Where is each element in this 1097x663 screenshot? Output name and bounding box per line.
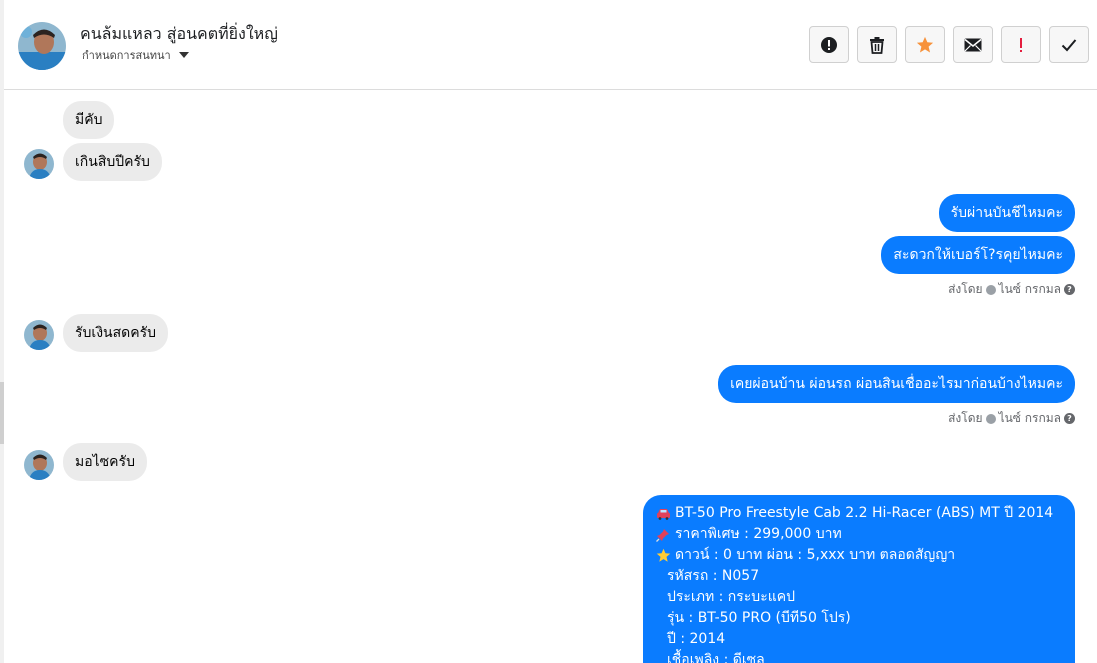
conversation-header: คนล้มแหลว สู่อนคตที่ยิ่งใหญ่ กำหนดการสนท…	[4, 0, 1097, 90]
sent-by-label: ส่งโดย	[948, 282, 983, 296]
card-line-text: รหัสรถ : N057	[667, 568, 760, 584]
sent-by-label: ส่งโดย	[948, 411, 983, 425]
card-line: ดาวน์ : 0 บาท ผ่อน : 5,xxx บาท ตลอดสัญญา	[655, 545, 1063, 566]
card-line-text: รุ่น : BT-50 PRO (บีที50 โปร)	[667, 610, 851, 626]
envelope-icon	[964, 38, 982, 51]
sent-by-name[interactable]: ไนซ์ กรกมล	[999, 409, 1061, 428]
contact-avatar[interactable]	[18, 22, 66, 70]
contact-avatar-small[interactable]	[24, 149, 54, 179]
card-line: เชื้อเพลิง : ดีเซล	[655, 650, 1063, 663]
follow-up-button[interactable]	[1001, 26, 1041, 63]
incoming-message: เกินสิบปีครับ	[63, 143, 162, 181]
car-icon	[655, 508, 671, 520]
card-line-text: ดาวน์ : 0 บาท ผ่อน : 5,xxx บาท ตลอดสัญญา	[675, 547, 956, 563]
outgoing-product-message: BT-50 Pro Freestyle Cab 2.2 Hi-Racer (AB…	[643, 495, 1075, 663]
trash-icon	[870, 36, 884, 54]
card-line-text: ประเภท : กระบะแคป	[667, 589, 795, 605]
star-icon	[916, 36, 934, 52]
check-icon	[1061, 38, 1077, 51]
card-line: ประเภท : กระบะแคป	[655, 587, 1063, 608]
card-line-text: ราคาพิเศษ : 299,000 บาท	[675, 526, 842, 542]
sent-by-info: ส่งโดย ไนซ์ กรกมล ?	[948, 280, 1075, 299]
card-line: BT-50 Pro Freestyle Cab 2.2 Hi-Racer (AB…	[655, 503, 1063, 524]
outgoing-message: สะดวกให้เบอร์โ?รคุยไหมคะ	[881, 236, 1075, 274]
contact-avatar-small[interactable]	[24, 320, 54, 350]
header-actions	[809, 26, 1089, 63]
mark-spam-button[interactable]	[809, 26, 849, 63]
card-line-text: เชื้อเพลิง : ดีเซล	[667, 652, 765, 663]
star-button[interactable]	[905, 26, 945, 63]
exclamation-icon	[1020, 37, 1022, 52]
help-icon[interactable]: ?	[1064, 284, 1075, 295]
star-icon	[655, 548, 671, 563]
outgoing-message: เคยผ่อนบ้าน ผ่อนรถ ผ่อนสินเชื่ออะไรมาก่อ…	[718, 365, 1075, 403]
delete-button[interactable]	[857, 26, 897, 63]
assign-label: กำหนดการสนทนา	[82, 49, 171, 62]
caret-down-icon	[178, 52, 189, 58]
sent-by-name[interactable]: ไนซ์ กรกมล	[999, 280, 1061, 299]
card-line-text: ปี : 2014	[667, 631, 726, 647]
card-line: ปี : 2014	[655, 629, 1063, 650]
card-line: รุ่น : BT-50 PRO (บีที50 โปร)	[655, 608, 1063, 629]
card-line: ราคาพิเศษ : 299,000 บาท	[655, 524, 1063, 545]
verified-icon	[985, 413, 996, 424]
help-icon[interactable]: ?	[1064, 413, 1075, 424]
sent-by-info: ส่งโดย ไนซ์ กรกมล ?	[948, 409, 1075, 428]
incoming-message: รับเงินสดครับ	[63, 314, 169, 352]
message-thread[interactable]: มีคับ เกินสิบปีครับ รับผ่านบันชีไหมคะ สะ…	[4, 90, 1097, 663]
mark-unread-button[interactable]	[953, 26, 993, 63]
verified-icon	[985, 284, 996, 295]
contact-avatar-small[interactable]	[24, 450, 54, 480]
card-line-text: BT-50 Pro Freestyle Cab 2.2 Hi-Racer (AB…	[675, 505, 1054, 521]
contact-name: คนล้มแหลว สู่อนคตที่ยิ่งใหญ่	[80, 24, 278, 43]
incoming-message: มีคับ	[63, 101, 115, 139]
pin-icon	[655, 528, 671, 542]
incoming-message: มอไซครับ	[63, 443, 147, 481]
assign-conversation-dropdown[interactable]: กำหนดการสนทนา	[82, 46, 189, 64]
card-line: รหัสรถ : N057	[655, 566, 1063, 587]
outgoing-message: รับผ่านบันชีไหมคะ	[938, 194, 1075, 232]
alert-circle-icon	[821, 36, 837, 53]
done-button[interactable]	[1049, 26, 1089, 63]
